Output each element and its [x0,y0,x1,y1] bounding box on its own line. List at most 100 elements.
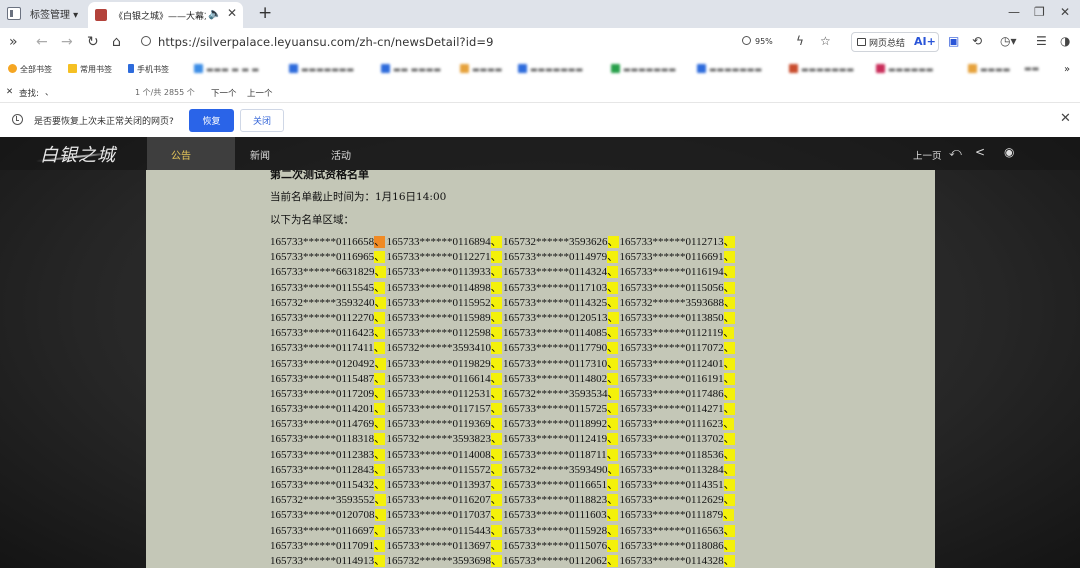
bookmark-favicon-icon [289,64,298,73]
list-item: 165733******0114008、 [387,448,504,463]
list-item-id: 165733******0114769 [270,418,375,431]
list-item: 165733******0115076、 [503,539,620,554]
nav-news[interactable]: 新闻 [250,147,270,162]
list-item: 165733******0114802、 [503,372,620,387]
sidebar-toggle-icon[interactable]: » [9,34,18,50]
find-prev-button[interactable]: 上一个 [247,87,273,99]
menu-icon[interactable]: ☰ [1036,34,1047,48]
restore-session-bar: 是否要恢复上次未正常关闭的网页? 恢复 关闭 ✕ [0,103,1080,137]
list-item-id: 165733******0115443 [386,524,491,537]
find-match-highlight: 、 [723,372,735,385]
list-item: 165733******0115725、 [503,402,620,417]
list-item: 165733******0112270、 [270,311,387,326]
find-match-highlight: 、 [723,433,735,446]
bookmark-item[interactable]: ▬▬ [1024,64,1039,73]
bookmark-all[interactable]: 全部书签 [8,64,52,75]
bookmark-item[interactable]: ▬▬▬▬▬▬▬ [518,64,583,74]
url-field[interactable]: https://silverpalace.leyuansu.com/zh-cn/… [158,35,494,49]
bookmark-common[interactable]: 常用书签 [68,64,112,75]
puzzle-icon[interactable]: ⟲ [972,34,982,48]
window-menu-icon[interactable] [7,7,21,20]
nav-events[interactable]: 活动 [331,147,351,162]
list-item-id: 165733******0115487 [270,372,375,385]
list-row: 165733******0116965、165733******0112271、… [270,250,736,265]
nav-announcements[interactable]: 公告 [171,147,191,162]
close-bar-icon[interactable]: ✕ [1060,111,1071,126]
bookmark-item[interactable]: ▬▬▬ ▬ ▬ ▬ [194,64,259,74]
bookmark-item[interactable]: ▬▬▬▬▬▬ [876,64,933,74]
list-item: 165733******0117411、 [270,341,387,356]
find-match-highlight: 、 [724,296,735,309]
bookmark-favicon-icon [194,64,203,73]
find-match-highlight: 、 [490,296,502,309]
bookmark-item[interactable]: ▬▬▬▬▬▬▬ [611,64,676,74]
star-icon[interactable]: ☆ [820,34,831,48]
profile-icon[interactable]: ◑ [1060,34,1070,48]
find-next-button[interactable]: 下一个 [211,87,237,99]
bookmark-item[interactable]: ▬▬▬▬▬▬▬ [697,64,762,74]
home-icon[interactable]: ⌂ [112,34,121,50]
star-icon [8,64,17,73]
bookmark-item[interactable]: ▬▬ ▬▬▬▬ [381,64,441,74]
share-icon[interactable]: < [975,145,985,159]
zoom-level[interactable]: 95% [755,37,773,46]
find-match-highlight: 、 [723,266,735,279]
close-tab-icon[interactable]: ✕ [227,6,237,20]
restore-icon[interactable]: ❐ [1034,5,1045,19]
list-item: 165733******0118086、 [620,539,737,554]
forward-icon[interactable]: → [61,34,73,50]
list-item: 165733******0113284、 [620,463,737,478]
bookmark-item[interactable]: ▬▬▬▬ [460,64,502,74]
prev-page-link[interactable]: 上一页 [913,148,942,162]
tab-active[interactable]: 《白银之城》——大幕方启 🔈 ✕ [88,2,243,28]
find-match-highlight: 、 [374,509,386,522]
bookmark-item[interactable]: ▬▬▬▬ [968,64,1010,74]
zoom-icon[interactable] [742,36,751,45]
lightning-icon[interactable]: ϟ [796,34,804,48]
bookmark-item[interactable]: ▬▬▬▬▬▬▬ [789,64,854,74]
extension-icon[interactable]: ▣ [948,34,959,48]
site-header: 白银之城 公告 新闻 活动 上一页 ⤺ < ◉ [0,137,1080,170]
close-window-icon[interactable]: ✕ [1060,5,1070,19]
history-icon[interactable]: ◷▾ [1000,34,1017,48]
tab-bookmark-manager[interactable]: 标签管理 ▾ [30,6,78,21]
find-match-highlight: 、 [607,433,619,446]
dismiss-button[interactable]: 关闭 [240,109,284,132]
list-item: 165733******0117486、 [620,387,737,402]
bookmark-favicon-icon [789,64,798,73]
summary-label: 网页总结 [869,39,906,49]
list-row: 165733******0115545、165733******0114898、… [270,281,736,296]
page-summary-button[interactable]: 网页总结 AI+ [851,32,939,52]
restore-button[interactable]: 恢复 [189,109,234,132]
close-find-icon[interactable]: ✕ [6,87,13,97]
list-row: 165732******3593240、165733******0115952、… [270,296,736,311]
site-logo[interactable]: 白银之城 [40,141,116,167]
find-match-highlight: 、 [607,266,619,279]
new-tab-button[interactable]: + [258,3,272,23]
reload-icon[interactable]: ↻ [87,34,99,50]
list-item: 165733******0111879、 [620,508,737,523]
bookmark-item[interactable]: ▬▬▬▬▬▬▬ [289,64,354,74]
list-item: 165733******0116658、 [270,235,387,250]
find-match-highlight: 、 [374,357,386,370]
list-item-id: 165733******0113850 [619,311,724,324]
list-item: 165733******0115545、 [270,281,387,296]
list-item-id: 165733******0115076 [503,539,608,552]
list-item: 165733******0114324、 [503,265,620,280]
more-bookmarks-icon[interactable]: » [1064,64,1070,75]
list-item: 165733******0115443、 [387,524,504,539]
list-row: 165733******0114201、165733******0117157、… [270,402,736,417]
find-match-highlight: 、 [374,494,386,507]
list-row: 165733******0116423、165733******0112598、… [270,326,736,341]
find-match-highlight: 、 [607,463,619,476]
back-icon[interactable]: ← [36,34,48,50]
list-item-id: 165733******0116894 [386,236,491,248]
list-item-id: 165733******0116194 [619,266,724,279]
speaker-icon[interactable]: 🔈 [208,7,222,20]
back-arrow-icon[interactable]: ⤺ [949,145,962,160]
find-match-highlight: 、 [723,311,735,324]
list-row: 165732******3593552、165733******0116207、… [270,493,736,508]
music-icon[interactable]: ◉ [1004,145,1014,159]
minimize-icon[interactable]: — [1008,5,1020,19]
bookmark-mobile[interactable]: 手机书签 [128,64,169,75]
